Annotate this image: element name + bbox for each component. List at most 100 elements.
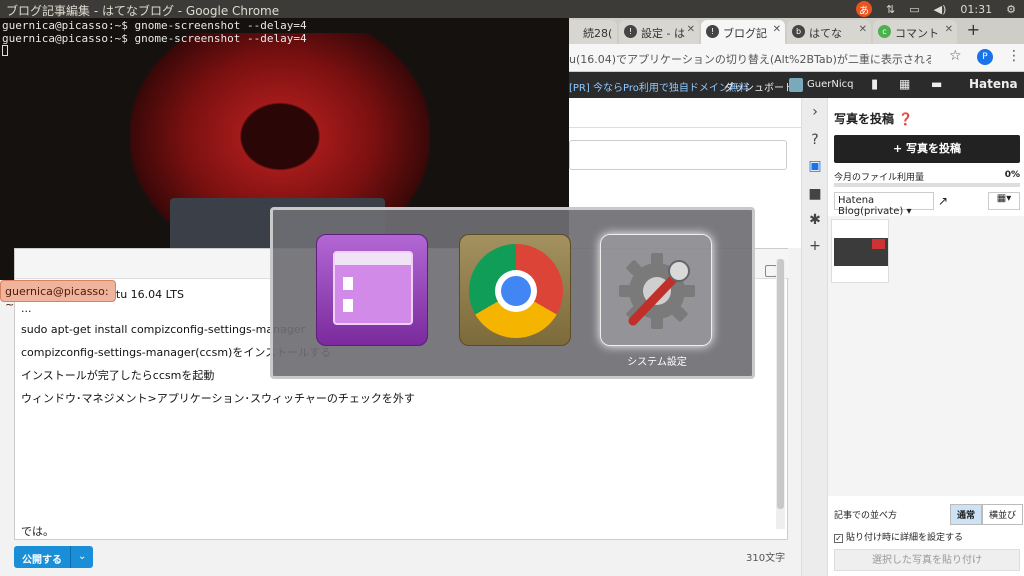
tab-label: コマント [895, 27, 939, 40]
close-icon[interactable]: ✕ [945, 24, 953, 35]
thumb-image [872, 239, 885, 249]
publish-controls: 公開する ⌄ [14, 546, 94, 568]
scrollbar-thumb[interactable] [777, 259, 784, 509]
checkbox-label: 貼り付け時に詳細を設定する [846, 533, 964, 543]
favicon-icon: ! [706, 25, 719, 38]
photo-panel: 写真を投稿 ❓ + 写真を投稿 今月のファイル利用量 0% Hatena Blog… [827, 98, 1024, 576]
url-field[interactable]: u(16.04)でアプリケーションの切り替え(Alt%2BTab)が二重に表示さ… [569, 51, 931, 67]
tab-label: はてな [809, 27, 842, 40]
top-panel: ブログ記事編集 - はてなブログ - Google Chrome あ ⇅ ▭ ◀… [0, 0, 1024, 18]
close-icon[interactable]: ✕ [773, 24, 781, 35]
notification-icon[interactable]: ▬ [931, 77, 942, 91]
external-link-icon[interactable]: ↗ [938, 194, 948, 208]
panel-title: 写真を投稿 ❓ [834, 110, 913, 127]
favicon-icon: b [792, 25, 805, 38]
network-icon[interactable]: ⇅ [886, 3, 895, 16]
sort-option-horizontal[interactable]: 横並び [982, 504, 1024, 525]
app-files[interactable] [316, 234, 428, 346]
tab-4[interactable]: b はてな ✕ [787, 20, 871, 44]
hatena-logo[interactable]: Hatena [969, 77, 1018, 91]
tab-3-active[interactable]: ! ブログ記 ✕ [701, 20, 785, 44]
power-icon[interactable]: ⚙ [1006, 3, 1016, 16]
usage-percent: 0% [1004, 170, 1020, 180]
chrome-icon [469, 244, 563, 338]
title-input[interactable] [569, 140, 787, 170]
tab-label: ブログ記 [723, 27, 767, 40]
editor-scrollbar[interactable] [776, 259, 785, 529]
app-system-settings[interactable]: システム設定 [600, 234, 712, 368]
sidebar-icons: › ? ▣ ■ ✱ + [801, 98, 827, 576]
usage-label: 今月のファイル利用量 [834, 173, 925, 183]
terminal-line: guernica@picasso:~$ gnome-screenshot --d… [2, 32, 307, 45]
system-tray: あ ⇅ ▭ ◀) 01:31 ⚙ [856, 0, 1016, 18]
album-select[interactable]: Hatena Blog(private) ▾ [834, 192, 934, 217]
dashboard-link[interactable]: ダッシュボード [724, 79, 794, 94]
volume-icon[interactable]: ◀) [934, 3, 947, 16]
chevron-right-icon[interactable]: › [807, 104, 823, 120]
clock[interactable]: 01:31 [960, 3, 992, 16]
title-area [569, 98, 801, 128]
album-value: Hatena Blog(private) [838, 195, 904, 217]
chevron-down-icon[interactable]: ⌄ [70, 546, 94, 568]
tab-label: 設定 - は [641, 27, 685, 40]
app-switcher: システム設定 [270, 207, 755, 379]
tab-bar: 続28( ! 設定 - は ✕ ! ブログ記 ✕ b はてな ✕ c コマント ✕ + [561, 18, 1024, 44]
app-chrome[interactable] [459, 234, 571, 346]
new-tab-button[interactable]: + [967, 20, 980, 39]
sort-label: 記事での並べ方 [834, 511, 898, 521]
photo-thumbnail[interactable] [831, 219, 889, 283]
terminal-cursor [2, 45, 8, 56]
document-icon [343, 299, 353, 312]
bookmark-star-icon[interactable]: ☆ [949, 48, 962, 64]
tab-label: 続28( [583, 27, 613, 40]
photo-list [828, 216, 1024, 496]
promo-link[interactable]: [PR] 今ならPro利用で独自ドメイン無料 [569, 79, 749, 94]
address-bar: u(16.04)でアプリケーションの切り替え(Alt%2BTab)が二重に表示さ… [569, 44, 1024, 72]
user-avatar[interactable] [789, 78, 803, 92]
favicon-icon: c [878, 25, 891, 38]
editor-line: ウィンドウ･マネジメント>アプリケーション･スウィッチャーのチェックを外す [21, 392, 415, 405]
apps-grid-icon[interactable]: ▦ [899, 77, 910, 91]
upload-photo-button[interactable]: + 写真を投稿 [834, 135, 1020, 163]
help-icon[interactable]: ? [807, 132, 823, 148]
detail-checkbox-row[interactable]: ✓ 貼り付け時に詳細を設定する [834, 530, 963, 543]
files-icon [333, 251, 413, 325]
window-bar [335, 253, 411, 265]
bookmark-icon[interactable]: ▮ [871, 77, 878, 92]
hatena-header: [PR] 今ならPro利用で独自ドメイン無料 ダッシュボード GuerNicq … [569, 72, 1024, 98]
document-icon [343, 277, 353, 290]
char-count: 310文字 [746, 553, 786, 564]
help-icon[interactable]: ❓ [898, 112, 913, 126]
chrome-center [501, 276, 531, 306]
close-icon[interactable]: ✕ [687, 24, 695, 35]
app-label: システム設定 [627, 357, 687, 368]
plus-icon[interactable]: + [807, 238, 823, 254]
tab-5[interactable]: c コマント ✕ [873, 20, 957, 44]
sort-option-normal[interactable]: 通常 [950, 504, 983, 525]
user-menu[interactable]: GuerNicq [807, 79, 853, 90]
close-icon[interactable]: ✕ [859, 24, 867, 35]
favicon-icon: ! [624, 25, 637, 38]
folder-icon[interactable]: ■ [807, 186, 823, 202]
settings-gear-icon [619, 253, 695, 329]
terminal-title-label[interactable]: guernica@picasso: ~ [0, 280, 116, 311]
tab-1[interactable]: 続28( [561, 20, 617, 44]
gear-icon[interactable]: ✱ [807, 212, 823, 228]
profile-avatar[interactable]: P [977, 49, 993, 65]
publish-button[interactable]: 公開する [14, 546, 70, 568]
sort-toggle: 通常 横並び [950, 504, 1024, 525]
ime-icon[interactable]: あ [856, 1, 873, 17]
menu-icon[interactable]: ⋮ [1007, 48, 1021, 64]
window-title: ブログ記事編集 - はてなブログ - Google Chrome [6, 4, 280, 18]
usage-bar [834, 183, 1020, 187]
battery-icon[interactable]: ▭ [909, 3, 919, 16]
usage-row: 今月のファイル利用量 0% [834, 170, 1020, 183]
paste-photo-button[interactable]: 選択した写真を貼り付け [834, 549, 1020, 571]
tab-2[interactable]: ! 設定 - は ✕ [619, 20, 699, 44]
checkbox-checked-icon[interactable]: ✓ [834, 534, 843, 543]
photo-icon[interactable]: ▣ [807, 158, 823, 174]
terminal-line: guernica@picasso:~$ gnome-screenshot --d… [2, 19, 307, 32]
panel-title-text: 写真を投稿 [834, 112, 895, 126]
editor-line: では。 [21, 525, 54, 538]
grid-view-icon[interactable]: ▦▾ [988, 192, 1020, 210]
